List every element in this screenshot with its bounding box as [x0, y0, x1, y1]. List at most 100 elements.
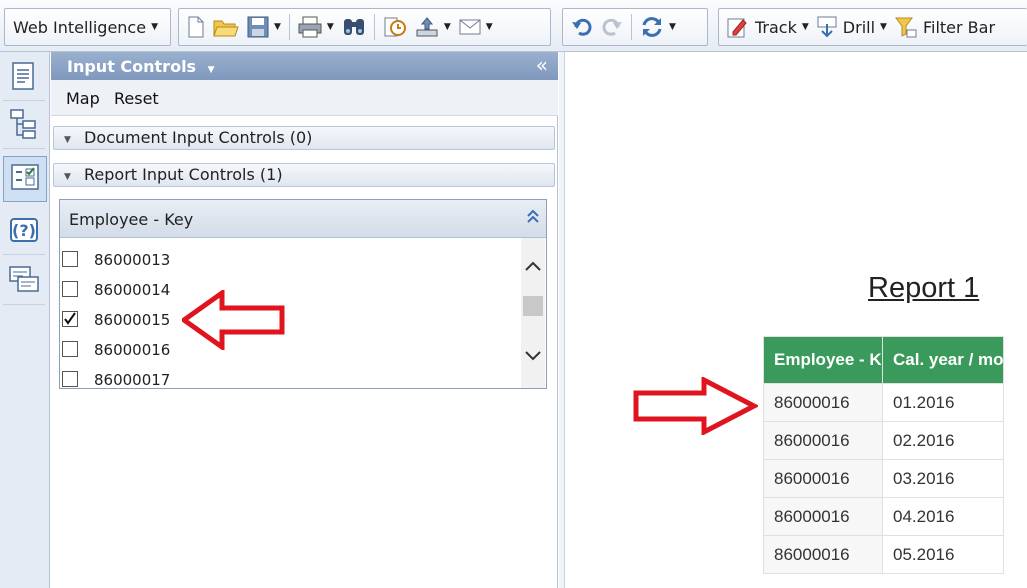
- edit-tools-group: ▼: [562, 8, 708, 46]
- track-dropdown-icon[interactable]: ▼: [802, 22, 809, 32]
- track-button[interactable]: Track ▼: [723, 13, 813, 41]
- table-cell: 03.2016: [882, 459, 1004, 498]
- redo-icon: [601, 17, 623, 37]
- map-link[interactable]: Map: [66, 89, 100, 108]
- export-dropdown-icon[interactable]: ▼: [444, 22, 451, 32]
- table-cell: 05.2016: [882, 535, 1004, 574]
- save-dropdown-icon[interactable]: ▼: [274, 22, 281, 32]
- scroll-thumb[interactable]: [523, 296, 543, 316]
- redo-button[interactable]: [597, 13, 627, 41]
- collapse-panel-icon[interactable]: «: [536, 53, 548, 77]
- report-input-controls-label: Report Input Controls (1): [84, 165, 283, 184]
- drill-button[interactable]: Drill ▼: [813, 13, 891, 41]
- new-document-icon: [187, 16, 205, 38]
- document-input-controls-section[interactable]: ▼ Document Input Controls (0): [53, 126, 555, 150]
- refresh-schedule-button[interactable]: [379, 13, 411, 41]
- employee-key-input-control: Employee - Key 86000013 86000014 8600001…: [59, 199, 547, 389]
- input-controls-button[interactable]: [3, 156, 47, 202]
- table-row[interactable]: 86000016 01.2016: [763, 383, 1004, 422]
- input-controls-icon: [10, 162, 40, 196]
- checkbox[interactable]: [62, 281, 78, 297]
- list-item[interactable]: 86000017: [62, 368, 512, 388]
- comments-icon: [8, 265, 40, 299]
- checkbox-checked[interactable]: [62, 311, 78, 327]
- data-tree-button[interactable]: [3, 104, 45, 149]
- scroll-down-icon[interactable]: [524, 348, 542, 366]
- report-title: Report 1: [868, 272, 980, 304]
- expand-triangle-icon: ▼: [64, 135, 71, 145]
- filter-bar-button[interactable]: Filter Bar: [891, 13, 999, 41]
- splitter[interactable]: [559, 52, 565, 588]
- side-panel-icon-strip: (?): [0, 52, 50, 588]
- list-item[interactable]: 86000014: [62, 278, 512, 308]
- reset-link[interactable]: Reset: [114, 89, 159, 108]
- print-button[interactable]: ▼: [294, 13, 338, 41]
- table-row[interactable]: 86000016 05.2016: [763, 535, 1004, 574]
- new-document-button[interactable]: [183, 13, 209, 41]
- help-button[interactable]: (?): [3, 210, 45, 255]
- open-folder-icon: [213, 16, 239, 38]
- export-icon: [415, 16, 439, 38]
- collapse-control-icon[interactable]: [526, 208, 540, 228]
- scroll-up-icon[interactable]: [524, 258, 542, 276]
- checkbox[interactable]: [62, 371, 78, 387]
- table-cell: 86000016: [763, 497, 883, 536]
- column-header[interactable]: Cal. year / month: [882, 336, 1004, 384]
- table-header-row: Employee - Key Cal. year / month: [763, 336, 1004, 384]
- print-icon: [298, 16, 322, 38]
- checkbox[interactable]: [62, 341, 78, 357]
- toolbar-separator: [288, 14, 290, 40]
- document-input-controls-label: Document Input Controls (0): [84, 128, 313, 147]
- table-row[interactable]: 86000016 02.2016: [763, 421, 1004, 460]
- track-label: Track: [755, 17, 797, 37]
- filter-bar-icon: [894, 16, 917, 38]
- email-button[interactable]: ▼: [455, 13, 497, 41]
- panel-title: Input Controls: [67, 57, 197, 76]
- analysis-tools-group: Track ▼ Drill ▼ Filter Bar: [718, 8, 1027, 46]
- find-button[interactable]: [338, 13, 370, 41]
- list-item-selected[interactable]: 86000015: [62, 308, 512, 338]
- column-header[interactable]: Employee - Key: [763, 336, 883, 384]
- refresh-data-button[interactable]: ▼: [636, 13, 680, 41]
- export-button[interactable]: ▼: [411, 13, 455, 41]
- panel-actions-bar: Map Reset: [51, 80, 558, 116]
- web-intelligence-menu[interactable]: Web Intelligence ▼: [9, 13, 162, 41]
- report-table: Employee - Key Cal. year / month 8600001…: [763, 336, 1004, 574]
- open-button[interactable]: [209, 13, 243, 41]
- undo-button[interactable]: [567, 13, 597, 41]
- app-menu-group: Web Intelligence ▼: [4, 8, 171, 46]
- table-cell: 86000016: [763, 421, 883, 460]
- track-icon: [727, 16, 749, 38]
- data-tree-icon: [9, 108, 39, 144]
- panel-title-menu[interactable]: Input Controls ▼: [67, 57, 215, 76]
- expand-triangle-icon: ▼: [64, 172, 71, 182]
- left-arrow-annotation-icon: [182, 290, 285, 350]
- table-cell: 86000016: [763, 383, 883, 422]
- refresh-dropdown-icon[interactable]: ▼: [669, 22, 676, 32]
- save-icon: [247, 16, 269, 38]
- list-scrollbar[interactable]: [521, 238, 545, 388]
- drill-dropdown-icon[interactable]: ▼: [880, 22, 887, 32]
- refresh-data-icon: [640, 16, 664, 38]
- drill-label: Drill: [842, 17, 876, 37]
- table-row[interactable]: 86000016 04.2016: [763, 497, 1004, 536]
- comments-button[interactable]: [3, 260, 45, 305]
- list-item[interactable]: 86000013: [62, 248, 512, 278]
- list-item[interactable]: 86000016: [62, 338, 512, 368]
- email-dropdown-icon[interactable]: ▼: [486, 22, 493, 32]
- column-header-label: Cal. year / month: [893, 350, 1003, 369]
- table-cell: 02.2016: [882, 421, 1004, 460]
- chevron-down-icon: ▼: [207, 65, 215, 75]
- checkmark-icon: [64, 312, 76, 325]
- print-dropdown-icon[interactable]: ▼: [327, 22, 334, 32]
- save-button[interactable]: ▼: [243, 13, 285, 41]
- table-cell: 86000016: [763, 535, 883, 574]
- checkbox[interactable]: [62, 251, 78, 267]
- document-summary-button[interactable]: [3, 56, 45, 101]
- table-cell: 04.2016: [882, 497, 1004, 536]
- table-row[interactable]: 86000016 03.2016: [763, 459, 1004, 498]
- file-tools-group: ▼ ▼ ▼ ▼: [178, 8, 551, 46]
- column-header-label: Employee - Key: [774, 350, 882, 369]
- help-icon: (?): [9, 217, 39, 247]
- report-input-controls-section[interactable]: ▼ Report Input Controls (1): [53, 163, 555, 187]
